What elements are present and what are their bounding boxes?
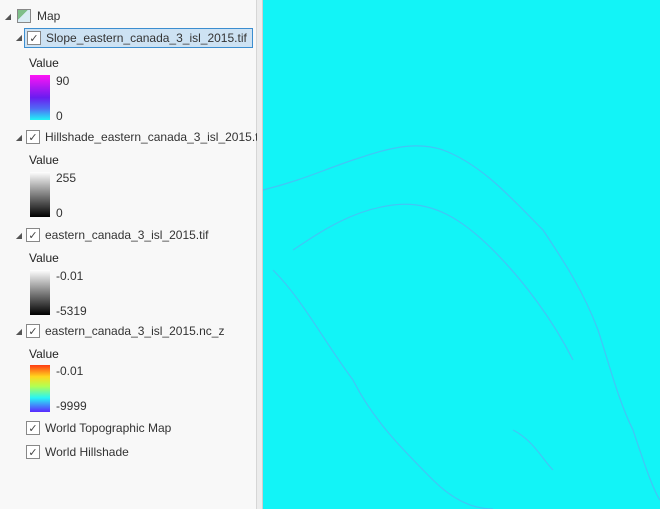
layer-checkbox[interactable]: ✓	[26, 421, 40, 435]
legend-value-label: Value	[29, 56, 59, 70]
legend-max: 90	[56, 74, 70, 88]
legend-ramp-nc	[30, 365, 50, 412]
layer-checkbox[interactable]: ✓	[26, 130, 40, 144]
legend-ramp-slope	[30, 75, 50, 120]
layer-world-topographic[interactable]: ✓ World Topographic Map	[26, 418, 171, 438]
layer-name: eastern_canada_3_isl_2015.nc_z	[45, 324, 225, 338]
legend-value-label: Value	[29, 347, 59, 361]
map-view[interactable]	[263, 0, 660, 509]
legend-max: 255	[56, 171, 77, 185]
layer-name: World Topographic Map	[45, 421, 172, 435]
map-icon	[17, 9, 31, 23]
layer-checkbox[interactable]: ✓	[26, 324, 40, 338]
legend-max: -0.01	[56, 364, 84, 378]
collapse-triangle-icon[interactable]: ◢	[14, 133, 24, 142]
layer-dem[interactable]: ◢ ✓ eastern_canada_3_isl_2015.tif	[14, 225, 208, 245]
collapse-triangle-icon[interactable]: ◢	[14, 327, 24, 336]
legend-min: -9999	[56, 399, 87, 413]
layer-checkbox[interactable]: ✓	[26, 228, 40, 242]
legend-min: -5319	[56, 304, 87, 318]
layer-name: World Hillshade	[45, 445, 129, 459]
layer-name: Slope_eastern_canada_3_isl_2015.tif	[46, 31, 247, 45]
collapse-triangle-icon[interactable]: ◢	[14, 33, 24, 42]
collapse-triangle-icon[interactable]: ◢	[3, 12, 13, 21]
legend-min: 0	[56, 206, 63, 220]
layer-name: eastern_canada_3_isl_2015.tif	[45, 228, 209, 242]
slope-raster-texture	[263, 145, 660, 509]
layer-name: Hillshade_eastern_canada_3_isl_2015.tif	[45, 130, 265, 144]
contents-pane: ◢ Map ✓ Slope_eastern_canada_3_isl_2015.…	[0, 0, 265, 509]
map-label: Map	[37, 9, 61, 23]
layer-nc[interactable]: ◢ ✓ eastern_canada_3_isl_2015.nc_z	[14, 321, 224, 341]
layer-world-hillshade[interactable]: ✓ World Hillshade	[26, 442, 129, 462]
legend-ramp-hillshade	[30, 172, 50, 217]
legend-ramp-dem	[30, 270, 50, 315]
layer-slope[interactable]: ✓ Slope_eastern_canada_3_isl_2015.tif	[24, 28, 253, 48]
legend-value-label: Value	[29, 153, 59, 167]
collapse-triangle-icon[interactable]: ◢	[14, 231, 24, 240]
layer-hillshade[interactable]: ◢ ✓ Hillshade_eastern_canada_3_isl_2015.…	[14, 127, 265, 147]
layer-checkbox[interactable]: ✓	[27, 31, 41, 45]
map-node[interactable]: ◢ Map	[3, 6, 60, 26]
legend-min: 0	[56, 109, 63, 123]
legend-max: -0.01	[56, 269, 84, 283]
legend-value-label: Value	[29, 251, 59, 265]
layer-checkbox[interactable]: ✓	[26, 445, 40, 459]
